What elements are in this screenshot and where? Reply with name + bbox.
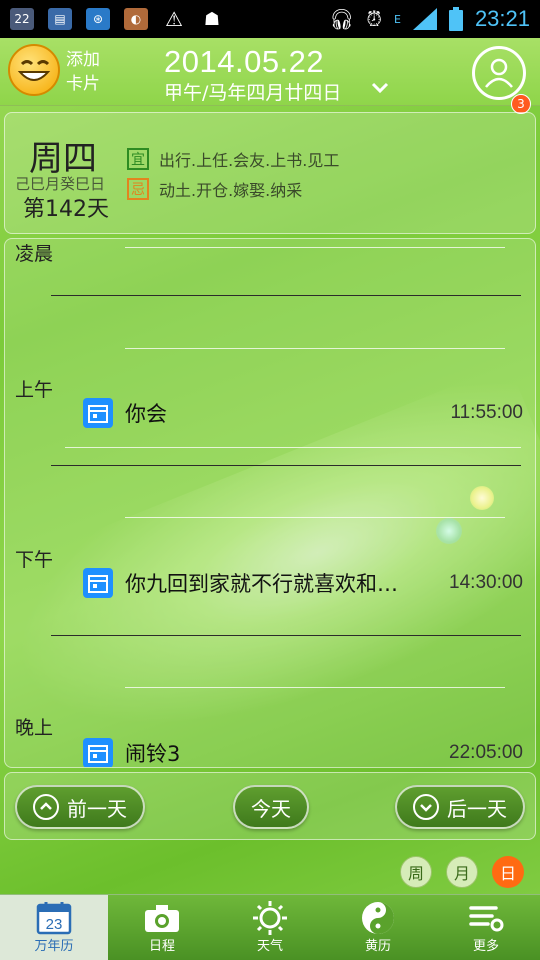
bottom-tab-bar: 23 万年历 日程 天气 黄历 更多 xyxy=(0,894,540,960)
tab-label: 黄历 xyxy=(364,939,391,954)
calendar-event-icon xyxy=(83,568,113,598)
signal-icon xyxy=(412,8,437,30)
tab-calendar[interactable]: 23 万年历 xyxy=(0,895,108,960)
yi-label: 宜 xyxy=(127,148,149,170)
chevron-up-icon xyxy=(33,794,59,820)
smiley-avatar-icon[interactable] xyxy=(8,44,60,96)
suitable-row: 宜 出行.上任.会友.上书.见工 xyxy=(127,147,339,171)
event-time: 11:55:00 xyxy=(450,402,523,423)
gallery-notification-icon: ◐ xyxy=(124,8,148,30)
chevron-down-icon[interactable] xyxy=(370,78,390,98)
day-navigation: 前一天 今天 后一天 xyxy=(4,772,536,840)
divider xyxy=(125,348,505,349)
period-label: 凌晨 xyxy=(15,243,54,265)
period-label: 晚上 xyxy=(15,717,54,739)
day-view-button[interactable]: 日 xyxy=(492,856,524,888)
ji-text: 动土.开仓.嫁娶.纳采 xyxy=(159,181,303,200)
today-label: 今天 xyxy=(251,796,291,821)
calendar-event-icon xyxy=(83,738,113,767)
event-item[interactable]: 你九回到家就不行就喜欢和… 14:30:00 xyxy=(83,567,523,599)
month-view-button[interactable]: 月 xyxy=(446,856,478,888)
next-day-label: 后一天 xyxy=(447,796,507,821)
event-item[interactable]: 你会 11:55:00 xyxy=(83,397,523,429)
divider xyxy=(125,517,505,518)
tab-schedule[interactable]: 日程 xyxy=(108,895,216,960)
day-of-year: 第142天 xyxy=(23,197,109,222)
prev-day-button[interactable]: 前一天 xyxy=(15,785,145,829)
tab-more[interactable]: 更多 xyxy=(432,895,540,960)
alarm-icon: ⏰︎ xyxy=(366,7,382,31)
divider xyxy=(125,687,505,688)
clock: 23:21 xyxy=(474,6,530,31)
sun-icon xyxy=(252,901,288,935)
tab-label: 日程 xyxy=(148,939,175,954)
yin-yang-icon xyxy=(361,901,395,935)
today-button[interactable]: 今天 xyxy=(233,785,309,829)
divider xyxy=(51,635,521,636)
status-bar: 22 ▤ ⊛ ◐ ⚠ ☗ 🎧︎ ⏰︎ E 23:21 xyxy=(0,0,540,38)
prev-day-label: 前一天 xyxy=(67,796,127,821)
add-card-line2: 卡片 xyxy=(66,74,100,94)
schedule-list[interactable]: 凌晨 上午 你会 11:55:00 下午 你九回到家就不行就喜欢和… 14:30… xyxy=(4,238,536,768)
ji-label: 忌 xyxy=(127,178,149,200)
period-label: 下午 xyxy=(15,549,54,571)
event-title: 闹铃3 xyxy=(125,742,181,766)
week-view-button[interactable]: 周 xyxy=(400,856,432,888)
event-title: 你会 xyxy=(125,402,167,426)
camera-icon xyxy=(144,901,180,935)
warning-icon: ⚠ xyxy=(165,7,183,31)
current-date[interactable]: 2014.05.22 xyxy=(164,44,324,80)
user-icon xyxy=(485,58,513,88)
news-notification-icon: ▤ xyxy=(48,8,72,30)
lunar-date[interactable]: 甲午/马年四月廿四日 xyxy=(164,78,341,105)
calendar-icon: 23 xyxy=(36,901,72,935)
next-day-button[interactable]: 后一天 xyxy=(395,785,525,829)
divider xyxy=(51,295,521,296)
header: 添加 卡片 2014.05.22 甲午/马年四月廿四日 3 xyxy=(0,38,540,114)
network-type-icon: E xyxy=(393,12,401,26)
android-icon: ☗ xyxy=(203,8,221,30)
divider xyxy=(51,465,521,466)
event-time: 14:30:00 xyxy=(449,572,523,593)
yi-text: 出行.上任.会友.上书.见工 xyxy=(159,151,340,170)
headphones-icon: 🎧︎ xyxy=(328,7,355,31)
avoid-row: 忌 动土.开仓.嫁娶.纳采 xyxy=(127,177,302,201)
app-notification-icon: ⊛ xyxy=(86,8,110,30)
divider xyxy=(65,447,521,448)
period-label: 上午 xyxy=(15,379,54,401)
profile-button[interactable] xyxy=(472,46,526,100)
add-card-line1: 添加 xyxy=(66,50,100,70)
calendar-notification-icon: 22 xyxy=(10,8,34,30)
tab-label: 万年历 xyxy=(34,939,74,954)
add-card-button[interactable]: 添加 卡片 xyxy=(66,48,100,96)
calendar-event-icon xyxy=(83,398,113,428)
tab-label: 天气 xyxy=(256,939,283,954)
more-settings-icon xyxy=(468,901,504,935)
day-info-panel: 周四 己巳月癸巳日 第142天 宜 出行.上任.会友.上书.见工 忌 动土.开仓… xyxy=(4,112,536,234)
battery-icon xyxy=(448,7,463,31)
tab-label: 更多 xyxy=(472,939,499,954)
divider xyxy=(125,247,505,248)
event-time: 22:05:00 xyxy=(449,742,523,763)
svg-text:23: 23 xyxy=(46,916,63,933)
chevron-down-circle-icon xyxy=(413,794,439,820)
event-item[interactable]: 闹铃3 22:05:00 xyxy=(83,737,523,767)
notification-badge: 3 xyxy=(511,94,531,114)
tab-weather[interactable]: 天气 xyxy=(216,895,324,960)
event-title: 你九回到家就不行就喜欢和… xyxy=(125,572,398,596)
tab-almanac[interactable]: 黄历 xyxy=(324,895,432,960)
